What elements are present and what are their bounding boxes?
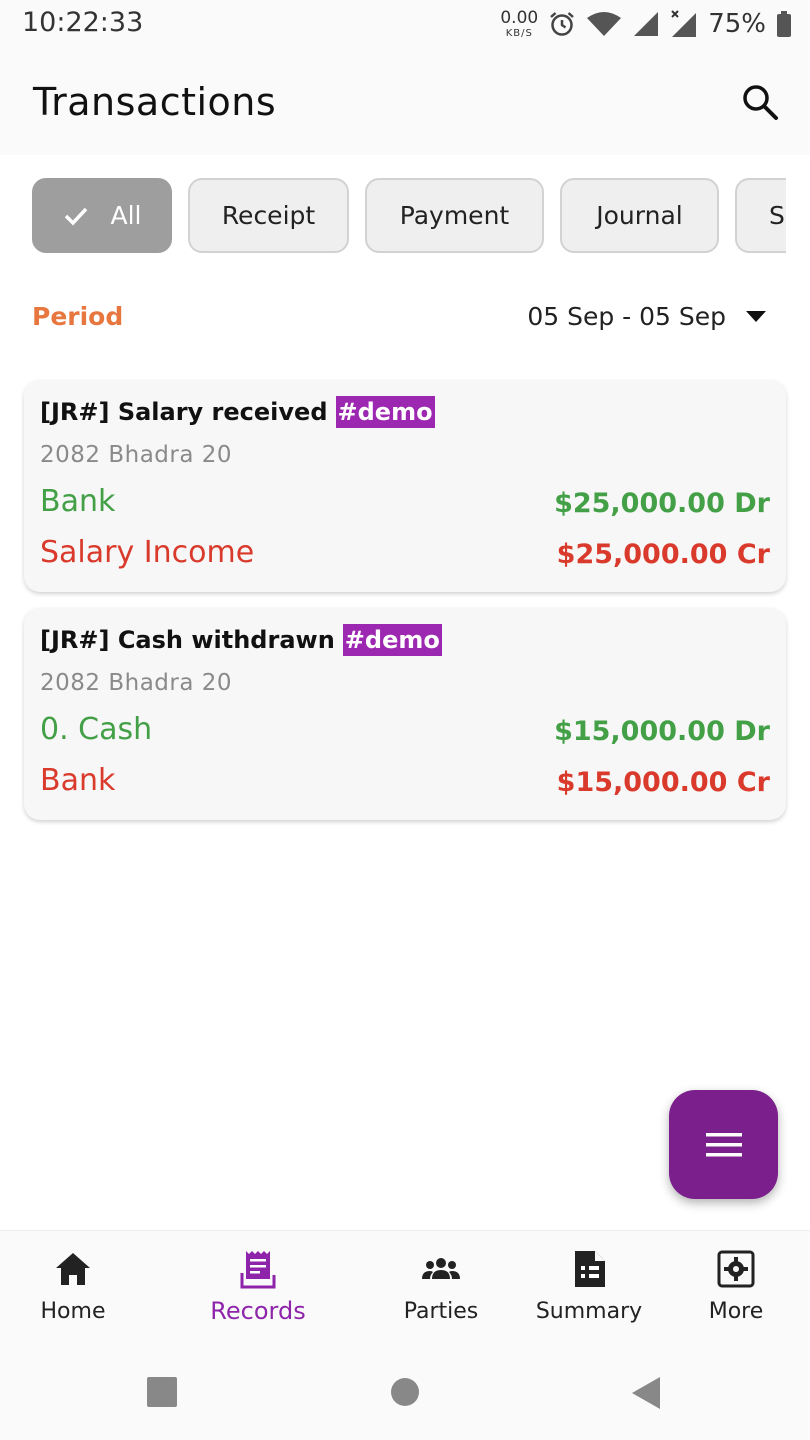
transaction-narration: [JR#] Salary received — [40, 398, 328, 426]
network-speed-value: 0.00 — [500, 7, 539, 28]
chip-receipt[interactable]: Receipt — [188, 178, 349, 253]
chip-payment[interactable]: Payment — [365, 178, 544, 253]
transaction-tag: #demo — [335, 396, 435, 428]
status-icons: 0.00 KB/S 75% — [500, 6, 792, 42]
chip-label: Journal — [596, 201, 683, 230]
credit-amount: $25,000.00 Cr — [556, 539, 770, 570]
chip-label: All — [110, 201, 142, 230]
network-speed: 0.00 KB/S — [500, 7, 539, 39]
transaction-date: 2082 Bhadra 20 — [40, 442, 233, 468]
chip-label: Payment — [399, 201, 510, 230]
document-icon — [575, 1251, 605, 1287]
transaction-tag: #demo — [342, 624, 442, 656]
nav-parties[interactable]: Parties — [366, 1249, 516, 1349]
nav-label: More — [708, 1299, 764, 1324]
period-range: 05 Sep - 05 Sep — [527, 302, 726, 331]
chip-label: Receipt — [221, 201, 316, 230]
app-bar: Transactions — [0, 50, 810, 155]
debit-amount: $25,000.00 Dr — [554, 488, 770, 519]
transaction-card[interactable]: [JR#] Salary received #demo 2082 Bhadra … — [24, 380, 786, 592]
credit-account: Bank — [40, 763, 116, 798]
dropdown-caret-icon — [746, 311, 766, 322]
settings-icon — [717, 1250, 755, 1288]
alarm-icon — [550, 12, 575, 36]
nav-records[interactable]: Records — [183, 1249, 333, 1349]
system-navigation-bar — [0, 1350, 810, 1440]
chip-label: S — [769, 201, 785, 230]
transaction-title: [JR#] Cash withdrawn #demo — [40, 624, 442, 656]
search-button[interactable] — [740, 82, 780, 122]
bottom-navigation: Home Records Parties Summary More — [0, 1230, 810, 1350]
search-icon — [743, 85, 778, 120]
period-label: Period — [32, 302, 124, 331]
menu-fab-button[interactable] — [669, 1090, 778, 1199]
groups-icon — [422, 1258, 460, 1279]
chip-more[interactable]: S — [735, 178, 786, 253]
status-time: 10:22:33 — [22, 7, 144, 38]
nav-label: Parties — [403, 1299, 479, 1324]
recents-button[interactable] — [147, 1377, 177, 1407]
wifi-icon — [587, 12, 622, 36]
page-title: Transactions — [33, 80, 277, 124]
transaction-narration: [JR#] Cash withdrawn — [40, 626, 335, 654]
nav-summary[interactable]: Summary — [514, 1249, 664, 1349]
credit-amount: $15,000.00 Cr — [556, 767, 770, 798]
transaction-card[interactable]: [JR#] Cash withdrawn #demo 2082 Bhadra 2… — [24, 608, 786, 820]
debit-account: 0. Cash — [40, 712, 153, 747]
network-speed-unit: KB/S — [505, 27, 533, 39]
transaction-title: [JR#] Salary received #demo — [40, 396, 435, 428]
nav-label: Home — [40, 1299, 106, 1324]
transaction-date: 2082 Bhadra 20 — [40, 670, 233, 696]
receipt-icon — [240, 1251, 276, 1289]
menu-icon — [705, 1132, 742, 1156]
check-icon — [64, 207, 87, 226]
battery-icon — [777, 11, 791, 37]
signal-no-data-icon — [671, 10, 697, 37]
nav-more[interactable]: More — [661, 1249, 810, 1349]
chip-journal[interactable]: Journal — [560, 178, 719, 253]
home-button[interactable] — [391, 1377, 419, 1407]
debit-amount: $15,000.00 Dr — [554, 716, 770, 747]
filter-chips: All Receipt Payment Journal S — [32, 178, 786, 256]
signal-icon — [634, 12, 659, 36]
period-selector[interactable]: 05 Sep - 05 Sep — [527, 302, 766, 331]
home-icon — [56, 1253, 90, 1285]
debit-account: Bank — [40, 484, 116, 519]
status-bar: 10:22:33 0.00 KB/S 75% — [0, 0, 810, 50]
chip-all[interactable]: All — [32, 178, 172, 253]
nav-label: Summary — [535, 1299, 643, 1324]
credit-account: Salary Income — [40, 535, 255, 570]
nav-home[interactable]: Home — [0, 1249, 148, 1349]
back-button[interactable] — [632, 1377, 662, 1409]
battery-percent: 75% — [708, 9, 766, 39]
nav-label: Records — [210, 1297, 306, 1325]
